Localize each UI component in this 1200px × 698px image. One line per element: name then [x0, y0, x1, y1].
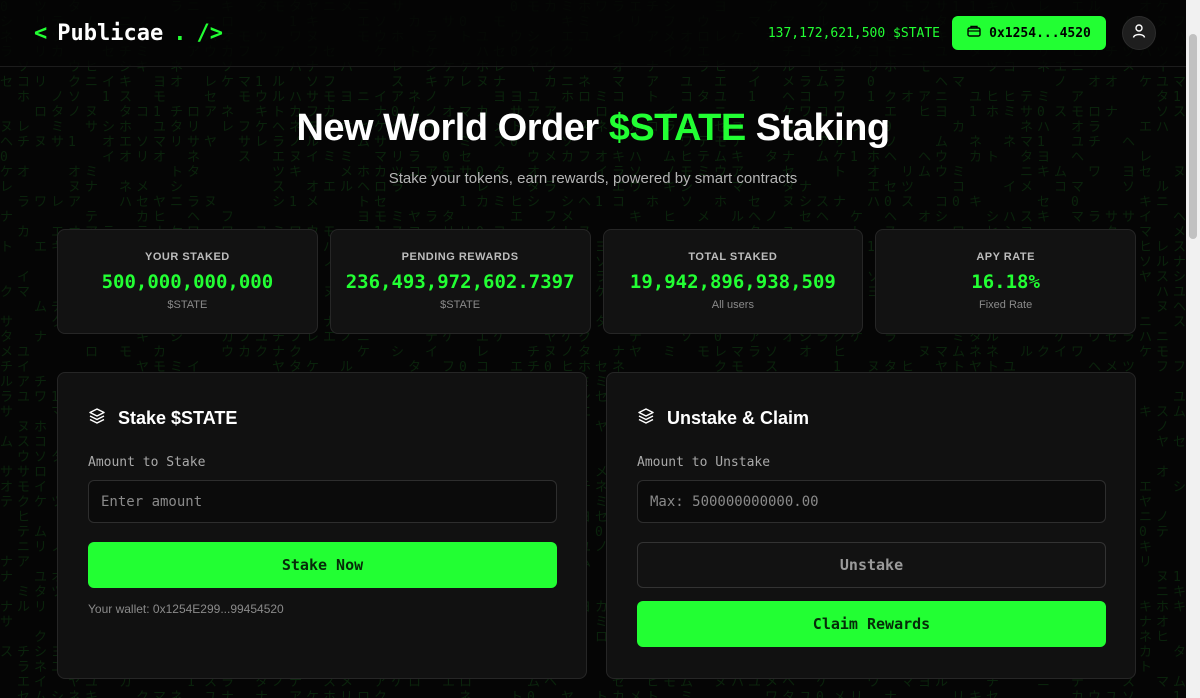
wallet-address: 0x1254...4520 [989, 25, 1091, 41]
unstake-amount-input[interactable] [637, 480, 1106, 523]
title-accent: $STATE [608, 107, 747, 149]
stat-value: 19,942,896,938,509 [629, 271, 836, 293]
wallet-note: Your wallet: 0x1254E299...99454520 [88, 602, 284, 616]
logo-open-bracket: < [34, 20, 48, 46]
token-balance: 137,172,621,500 $STATE [767, 25, 940, 41]
page-title: New World Order $STATE Staking [0, 107, 1186, 150]
stat-value: 16.18% [971, 271, 1040, 293]
stat-card-apy-rate: APY RATE 16.18% Fixed Rate [875, 229, 1136, 334]
unstake-amount-label: Amount to Unstake [637, 455, 771, 470]
stake-now-button[interactable]: Stake Now [88, 542, 557, 588]
stake-panel: Stake $STATE Amount to Stake Stake Now Y… [57, 372, 587, 679]
stats-row: YOUR STAKED 500,000,000,000 $STATE PENDI… [57, 229, 1136, 334]
wallet-icon [967, 25, 981, 41]
stat-unit: $STATE [440, 299, 481, 311]
unstake-panel: Unstake & Claim Amount to Unstake Unstak… [606, 372, 1136, 679]
profile-button[interactable] [1122, 16, 1156, 50]
stat-value: 500,000,000,000 [101, 271, 274, 293]
layers-icon [88, 407, 106, 430]
title-suffix: Staking [745, 107, 890, 149]
stat-card-pending-rewards: PENDING REWARDS 236,493,972,602.7397 $ST… [329, 229, 591, 334]
stat-label: TOTAL STAKED [688, 251, 778, 263]
unstake-panel-title: Unstake & Claim [667, 407, 810, 428]
stat-unit: Fixed Rate [979, 299, 1033, 311]
scrollbar-thumb[interactable] [1189, 34, 1197, 239]
logo-name: Publicae [57, 20, 164, 46]
unstake-button[interactable]: Unstake [637, 542, 1106, 588]
layers-icon [637, 407, 655, 430]
top-navbar: < Publicae . /> 137,172,621,500 $STATE 0… [0, 0, 1186, 67]
page-subtitle: Stake your tokens, earn rewards, powered… [388, 170, 798, 187]
stat-unit: All users [711, 299, 754, 311]
stat-label: APY RATE [976, 251, 1035, 263]
logo-close-bracket: /> [196, 20, 223, 46]
page-scrollbar[interactable] [1186, 0, 1200, 698]
stat-unit: $STATE [167, 299, 208, 311]
user-icon [1131, 23, 1147, 44]
claim-rewards-button[interactable]: Claim Rewards [637, 601, 1106, 647]
logo-dot: . [173, 20, 187, 46]
stat-card-total-staked: TOTAL STAKED 19,942,896,938,509 All user… [602, 229, 864, 334]
stat-value: 236,493,972,602.7397 [345, 271, 575, 293]
stake-panel-title: Stake $STATE [118, 407, 238, 428]
wallet-button[interactable]: 0x1254...4520 [952, 16, 1106, 50]
title-prefix: New World Order [296, 107, 609, 149]
stake-amount-input[interactable] [88, 480, 557, 523]
stat-label: PENDING REWARDS [401, 251, 519, 263]
stake-amount-label: Amount to Stake [88, 455, 206, 470]
logo[interactable]: < Publicae . /> [34, 21, 223, 46]
stat-label: YOUR STAKED [145, 251, 230, 263]
stat-card-your-staked: YOUR STAKED 500,000,000,000 $STATE [57, 229, 318, 334]
